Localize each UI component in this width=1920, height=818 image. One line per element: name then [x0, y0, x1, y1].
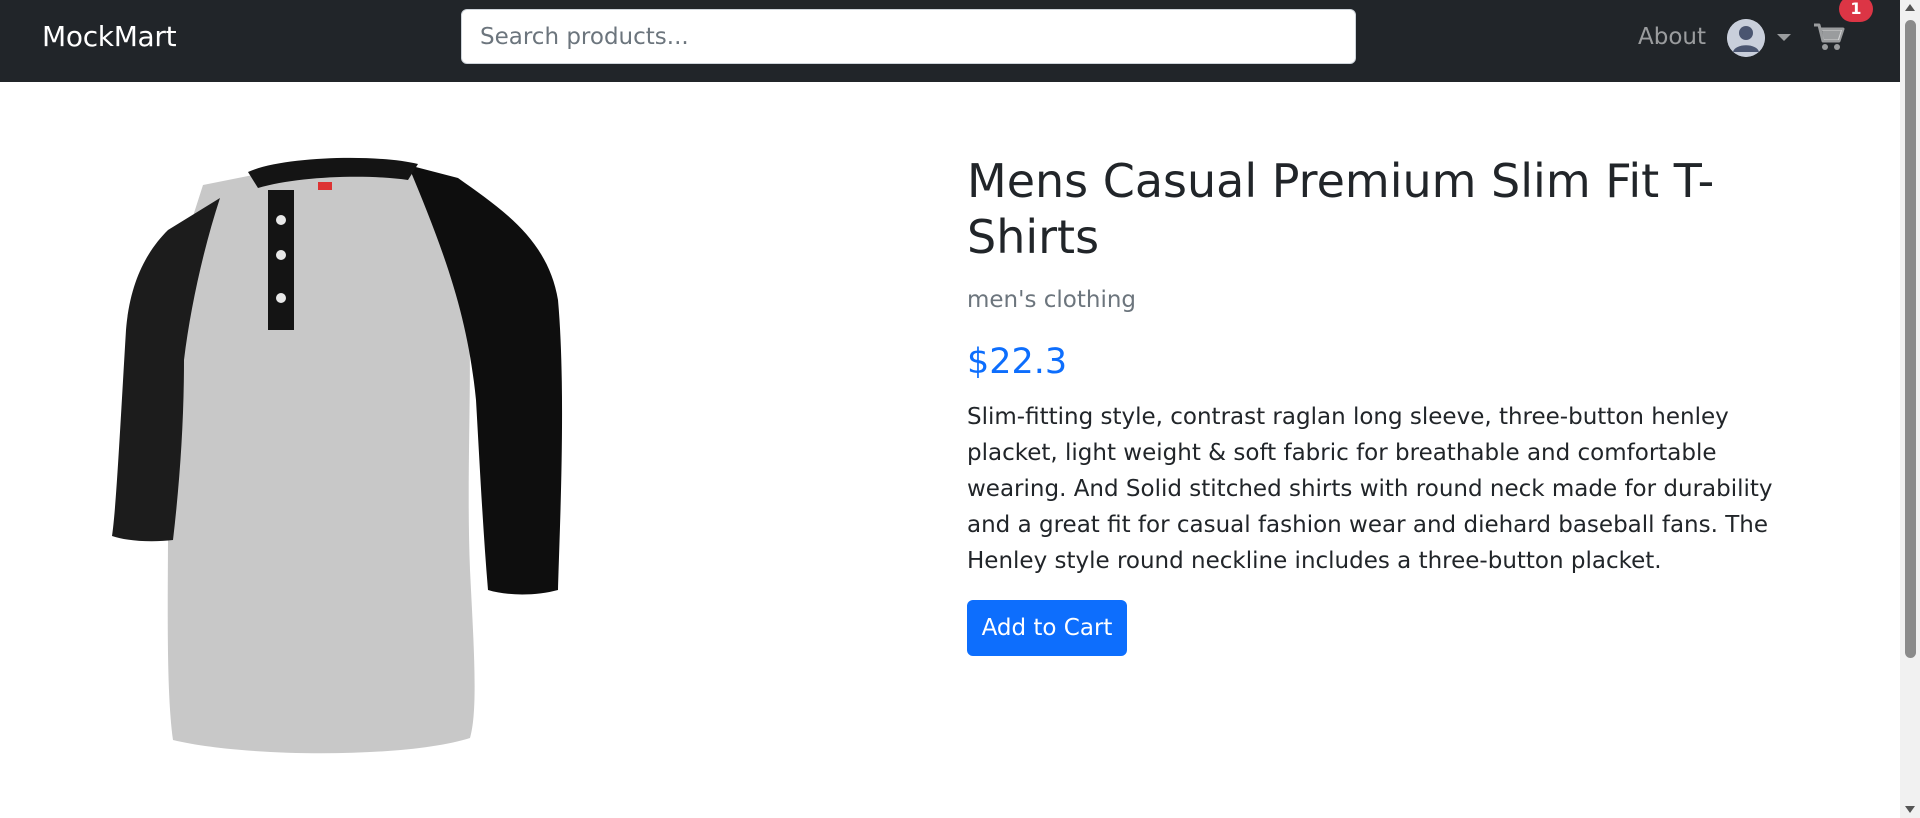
product-description: Slim-fitting style, contrast raglan long…: [967, 404, 1773, 574]
product-image: [108, 150, 568, 760]
add-to-cart-button[interactable]: Add to Cart: [967, 600, 1127, 656]
navbar: MockMart About 1: [0, 0, 1900, 82]
search-input[interactable]: [461, 9, 1356, 64]
scroll-down-arrow-icon[interactable]: [1905, 806, 1915, 813]
scroll-up-arrow-icon[interactable]: [1905, 4, 1915, 11]
shopping-cart-icon[interactable]: [1813, 22, 1845, 52]
product-title: Mens Casual Premium Slim Fit T-Shirts: [967, 154, 1715, 264]
user-avatar-icon[interactable]: [1727, 19, 1765, 57]
caret-down-icon[interactable]: [1777, 34, 1791, 41]
scrollbar-thumb[interactable]: [1905, 20, 1916, 658]
product-price: $22.3: [967, 342, 1068, 382]
product-category: men's clothing: [967, 287, 1137, 313]
cart-count-badge: 1: [1839, 0, 1873, 22]
brand-logo[interactable]: MockMart: [42, 20, 177, 53]
nav-about-link[interactable]: About: [1638, 24, 1706, 50]
